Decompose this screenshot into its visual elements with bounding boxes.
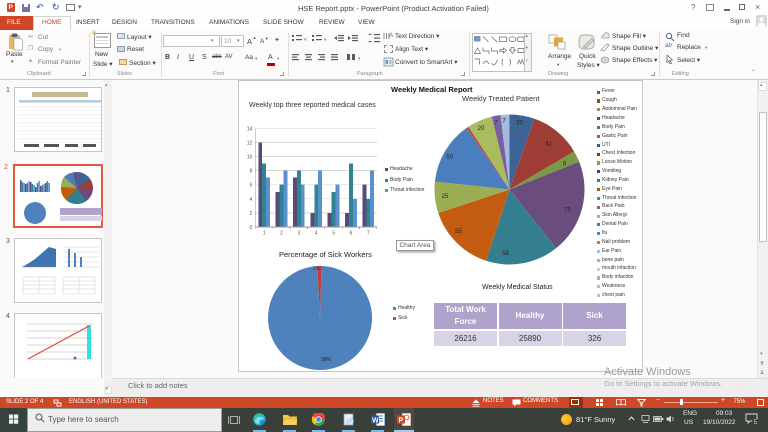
svg-text:6: 6 [350,231,353,237]
svg-text:5: 5 [332,231,335,237]
svg-text:4: 4 [315,231,318,237]
svg-text:75: 75 [564,208,571,214]
svg-text:55: 55 [455,229,462,235]
svg-text:20: 20 [478,126,485,132]
svg-text:1: 1 [263,231,266,237]
svg-text:4: 4 [250,197,253,203]
svg-text:W: W [372,418,379,425]
svg-text:2: 2 [280,231,283,237]
svg-text:▾: ▾ [358,56,361,62]
svg-text:▾: ▾ [304,37,307,43]
svg-text:P: P [399,418,404,425]
svg-text:8: 8 [250,169,253,175]
svg-text:7: 7 [367,231,370,237]
svg-text:▾: ▾ [324,37,327,43]
svg-text:3: 3 [298,231,301,237]
svg-text:6: 6 [250,183,253,189]
svg-text:14: 14 [247,126,253,132]
svg-text:12: 12 [247,140,253,146]
svg-text:25: 25 [442,194,449,200]
svg-text:41: 41 [545,141,552,147]
svg-text:20: 20 [516,121,523,127]
svg-text:50: 50 [446,155,453,161]
svg-text:0: 0 [250,225,253,231]
svg-text:10: 10 [247,155,253,161]
svg-text:2: 2 [250,211,253,217]
svg-text:A: A [389,33,393,39]
svg-text:58: 58 [502,251,509,257]
